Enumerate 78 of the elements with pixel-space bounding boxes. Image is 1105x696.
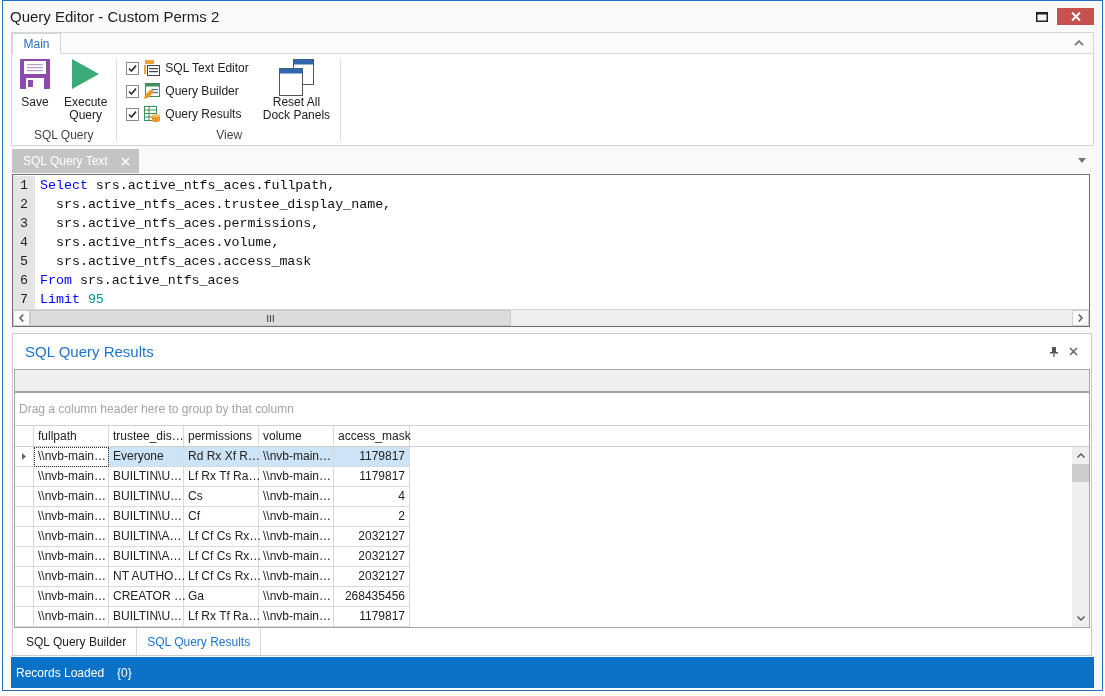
code-line: srs.active_ntfs_aces.access_mask xyxy=(54,253,312,271)
line-number: 4 xyxy=(20,234,28,252)
column-header[interactable]: trustee_dis… xyxy=(109,426,184,446)
chevron-up-icon xyxy=(1076,453,1085,458)
group-label: SQL Query xyxy=(33,128,94,142)
line-number: 3 xyxy=(20,215,28,233)
table-row[interactable]: \\nvb-main… Everyone Rd Rx Xf R… \\nvb-main… 1179817 xyxy=(15,447,410,467)
scroll-right-button[interactable] xyxy=(1072,310,1089,326)
panel-tab[interactable]: SQL Query Results xyxy=(137,628,262,655)
pin-icon[interactable] xyxy=(1050,346,1058,357)
code-line: srs.active_ntfs_aces.permissions, xyxy=(54,215,320,233)
chevron-right-icon xyxy=(1078,314,1083,322)
checkbox[interactable] xyxy=(126,107,140,121)
column-header[interactable]: permissions xyxy=(184,426,259,446)
code-line: Limit 95 xyxy=(40,291,104,309)
line-number: 5 xyxy=(20,253,28,271)
sql-document-icon xyxy=(144,60,161,76)
chevron-left-icon xyxy=(19,314,24,322)
panel-tab[interactable]: SQL Query Builder xyxy=(16,628,138,655)
table-cell: Lf Rx Tf Ra… xyxy=(184,607,259,627)
table-row[interactable]: \\nvb-main… BUILTIN\A… Lf Cf Cs Rx…\\nvb-main… 2032127 xyxy=(15,527,410,547)
stacked-windows-icon xyxy=(278,59,314,96)
vertical-scrollbar[interactable] xyxy=(1072,447,1089,627)
checkbox-label[interactable]: Query Results xyxy=(165,107,242,121)
column-header[interactable]: access_mask xyxy=(334,426,410,446)
ribbon-tab[interactable]: Main xyxy=(12,33,61,54)
close-button[interactable] xyxy=(1057,8,1094,25)
table-cell: \\nvb-main… xyxy=(34,607,109,627)
scroll-left-button[interactable] xyxy=(13,310,30,326)
save-button[interactable]: Save xyxy=(18,59,52,110)
line-number: 7 xyxy=(20,291,28,309)
sql-text-editor[interactable] xyxy=(12,174,1090,327)
checkbox[interactable] xyxy=(126,61,140,75)
scrollbar-thumb[interactable] xyxy=(30,310,511,326)
checkbox-label[interactable]: SQL Text Editor xyxy=(165,61,249,75)
code-line: srs.active_ntfs_aces.volume, xyxy=(54,234,280,252)
group-panel-hint: Drag a column header here to group by that column xyxy=(19,402,294,416)
horizontal-scrollbar[interactable] xyxy=(13,309,1089,326)
table-row[interactable]: \\nvb-main… BUILTIN\U… Cs \\nvb-main… 4 xyxy=(15,487,410,507)
status-text: {0} xyxy=(117,665,132,680)
scrollbar-thumb[interactable] xyxy=(1072,464,1089,482)
panel-title: SQL Query Results xyxy=(25,343,154,360)
code-line: srs.active_ntfs_aces.trustee_display_name, xyxy=(54,196,392,214)
table-row[interactable]: \\nvb-main… BUILTIN\U… Lf Rx Tf Ra… \\nvb-main… 1179817 xyxy=(15,467,410,487)
table-row[interactable]: \\nvb-main… BUILTIN\A… Lf Cf Cs Rx…\\nvb-main… 2032127 xyxy=(15,547,410,567)
play-triangle-icon xyxy=(72,59,100,89)
table-cell: \\nvb-main… xyxy=(259,607,334,627)
row-indicator-icon xyxy=(22,453,26,460)
window-title: Query Editor - Custom Perms 2 xyxy=(10,8,220,25)
grip-icon xyxy=(267,314,274,322)
reset-panels-button[interactable]: Reset All Dock Panels xyxy=(260,59,333,123)
execute-query-button[interactable]: Execute Query xyxy=(62,59,110,123)
table-cell: \\nvb-main… xyxy=(34,447,109,467)
close-icon xyxy=(1070,12,1081,21)
column-header[interactable]: fullpath xyxy=(34,426,109,446)
chevron-up-icon[interactable] xyxy=(1074,40,1084,46)
table-row[interactable]: \\nvb-main… BUILTIN\U… Lf Rx Tf Ra… \\nvb-main… 1179817 xyxy=(15,607,410,627)
form-pencil-icon xyxy=(144,83,161,99)
table-row[interactable]: \\nvb-main… NT AUTHO… Lf Cf Cs Rx…\\nvb-main… 2032127 xyxy=(15,567,410,587)
close-icon[interactable] xyxy=(1069,347,1078,356)
table-cell: BUILTIN\U… xyxy=(109,607,184,627)
checkbox[interactable] xyxy=(126,84,140,98)
status-text: Records Loaded xyxy=(16,665,105,680)
code-line: From srs.active_ntfs_aces xyxy=(40,272,240,290)
chevron-down-icon xyxy=(1076,616,1085,621)
table-row[interactable]: \\nvb-main… BUILTIN\U… Cf \\nvb-main… 2 xyxy=(15,507,410,527)
group-label: View xyxy=(216,128,243,142)
column-header[interactable]: volume xyxy=(259,426,334,446)
line-number: 6 xyxy=(20,272,28,290)
table-cylinder-icon xyxy=(144,106,161,122)
checkbox-label[interactable]: Query Builder xyxy=(165,84,239,98)
table-cell: 1179817 xyxy=(334,607,410,627)
line-number: 2 xyxy=(20,196,28,214)
code-line: Select srs.active_ntfs_aces.fullpath, xyxy=(40,177,336,195)
line-number: 1 xyxy=(20,177,28,195)
maximize-icon[interactable] xyxy=(1036,11,1048,22)
table-row[interactable]: \\nvb-main… CREATOR … Ga \\nvb-main… 268435456 xyxy=(15,587,410,607)
dropdown-caret-icon[interactable] xyxy=(1078,158,1086,163)
